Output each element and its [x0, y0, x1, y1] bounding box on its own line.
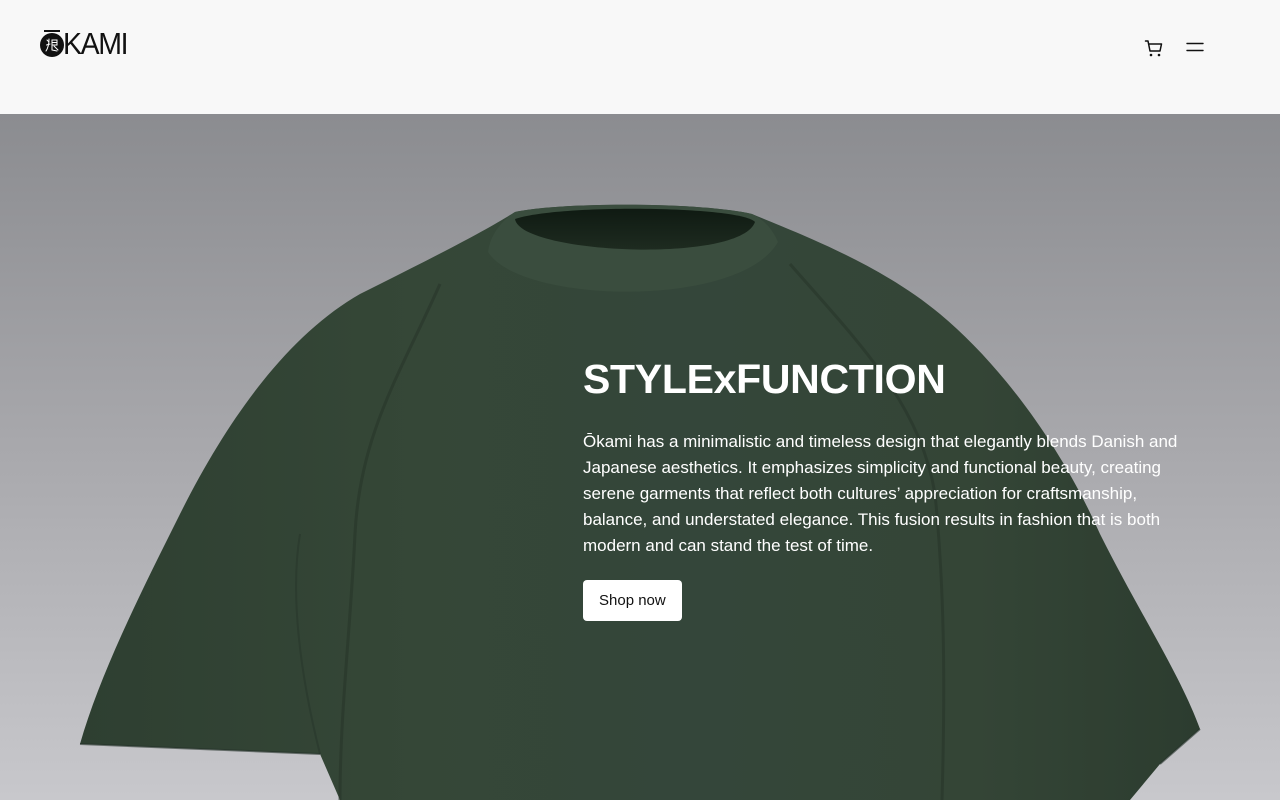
brand-logo[interactable]: KAMI: [40, 26, 133, 61]
hero-content: STYLExFUNCTION Ōkami has a minimalistic …: [583, 356, 1203, 621]
wolf-kanji-seal-icon: [40, 33, 64, 57]
shop-now-button[interactable]: Shop now: [583, 580, 682, 621]
hero-title: STYLExFUNCTION: [583, 356, 946, 402]
menu-icon: [1186, 42, 1204, 52]
cart-button[interactable]: [1144, 38, 1164, 58]
logo-wordmark: KAMI: [63, 26, 129, 61]
hero-description: Ōkami has a minimalistic and timeless de…: [583, 432, 1178, 555]
menu-button[interactable]: [1185, 38, 1205, 58]
site-header: KAMI: [0, 0, 1280, 114]
logo-macron: [44, 30, 60, 32]
cart-icon: [1144, 40, 1163, 57]
hero-section: STYLExFUNCTION Ōkami has a minimalistic …: [0, 114, 1280, 800]
